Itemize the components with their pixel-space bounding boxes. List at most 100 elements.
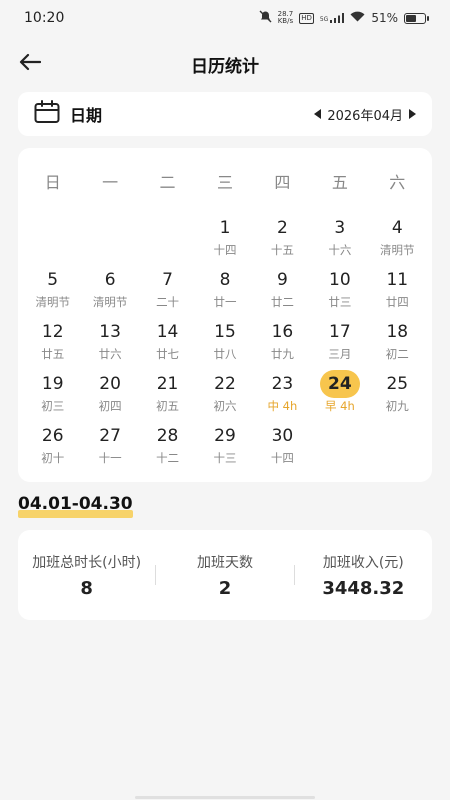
calendar-day[interactable]: 20 初四: [81, 364, 138, 416]
day-number: 16: [271, 322, 294, 342]
day-number: 27: [99, 426, 121, 446]
calendar-day[interactable]: 9 廿二: [254, 260, 311, 312]
day-number: 25: [386, 374, 409, 394]
lunar-label: 廿五: [41, 347, 65, 361]
calendar-day[interactable]: 7 二十: [139, 260, 196, 312]
home-indicator: [135, 796, 315, 799]
weekday-label: 六: [389, 173, 406, 192]
calendar-day[interactable]: 11 廿四: [369, 260, 426, 312]
calendar-day[interactable]: 10 廿三: [311, 260, 368, 312]
day-number: 28: [156, 426, 179, 446]
day-number: 24: [319, 370, 360, 398]
calendar-day[interactable]: 5 清明节: [24, 260, 81, 312]
calendar-day[interactable]: 15 廿八: [196, 312, 253, 364]
lunar-label: 廿四: [385, 295, 409, 309]
calendar-day[interactable]: 23 中 4h: [254, 364, 311, 416]
lunar-label: 初九: [385, 399, 409, 413]
battery-fill: [406, 14, 417, 22]
lunar-label: 十五: [270, 243, 294, 257]
lunar-label: 三月: [328, 347, 352, 361]
status-icons: 28.7 KB/s HD 5G 51%: [259, 10, 429, 26]
lunar-label: 廿一: [213, 295, 237, 309]
calendar-day[interactable]: 3 十六: [311, 208, 368, 260]
signal-label: 5G: [319, 16, 329, 23]
calendar-day[interactable]: 14 廿七: [139, 312, 196, 364]
lunar-label: 清明节: [92, 295, 128, 309]
calendar-day[interactable]: 29 十三: [196, 416, 253, 468]
status-time: 10:20: [24, 10, 65, 26]
lunar-label: 初二: [385, 347, 409, 361]
calendar-day[interactable]: 24 早 4h: [311, 364, 368, 416]
day-number: 19: [41, 374, 64, 394]
next-month-icon[interactable]: [409, 109, 416, 119]
day-number: 18: [386, 322, 409, 342]
signal-icon: 5G: [319, 13, 345, 23]
stats-card: 加班总时长(小时) 8 加班天数 2 加班收入(元) 3448.32: [18, 530, 432, 620]
calendar-day[interactable]: 12 廿五: [24, 312, 81, 364]
net-speed-unit: KB/s: [277, 17, 294, 25]
day-number: 14: [156, 322, 179, 342]
calendar-empty-cell: [139, 208, 196, 260]
lunar-label: 初五: [156, 399, 180, 413]
calendar-day[interactable]: 30 十四: [254, 416, 311, 468]
calendar-grid: 1 十四 2 十五 3 十六 4 清明节 5 清明节 6 清明节 7 二十 8 廿一 9 廿二 10 廿三 11 廿四 12…: [24, 208, 426, 468]
calendar: 日 一 二 三 四 五 六 1 十四 2 十五 3 十六 4 清明节 5 清明节 6 清明节 7 二十 8 廿…: [18, 148, 432, 482]
battery-text: 51%: [371, 11, 398, 25]
month-picker: 2026年04月: [314, 105, 416, 124]
month-label[interactable]: 2026年04月: [327, 105, 403, 124]
lunar-label: 二十: [156, 295, 180, 309]
calendar-day[interactable]: 27 十一: [81, 416, 138, 468]
stat-value: 2: [218, 577, 232, 599]
stat-overtime-income: 加班收入(元) 3448.32: [295, 552, 432, 599]
weekday-label: 三: [216, 173, 233, 192]
calendar-day[interactable]: 8 廿一: [196, 260, 253, 312]
calendar-day[interactable]: 1 十四: [196, 208, 253, 260]
net-speed: 28.7 KB/s: [278, 11, 294, 25]
stat-overtime-hours: 加班总时长(小时) 8: [18, 552, 155, 599]
day-number: 26: [41, 426, 64, 446]
weekday-label: 日: [44, 173, 61, 192]
lunar-label: 十四: [270, 451, 294, 465]
calendar-day[interactable]: 21 初五: [139, 364, 196, 416]
lunar-label: 初十: [41, 451, 65, 465]
calendar-day[interactable]: 26 初十: [24, 416, 81, 468]
day-number: 12: [41, 322, 64, 342]
weekday-label: 四: [274, 173, 291, 192]
stat-label: 加班收入(元): [322, 554, 404, 571]
lunar-label: 初六: [213, 399, 237, 413]
lunar-label: 清明节: [380, 243, 415, 257]
calendar-day[interactable]: 2 十五: [254, 208, 311, 260]
day-number: 1: [219, 218, 231, 238]
calendar-day[interactable]: 16 廿九: [254, 312, 311, 364]
day-number: 3: [334, 218, 346, 238]
day-number: 7: [162, 270, 173, 290]
date-label: 日期: [70, 106, 103, 125]
day-number: 20: [99, 374, 121, 394]
lunar-label: 十四: [213, 243, 237, 257]
calendar-day[interactable]: 22 初六: [196, 364, 253, 416]
stat-value: 8: [80, 577, 93, 599]
lunar-label: 廿三: [328, 295, 352, 309]
prev-month-icon[interactable]: [314, 109, 322, 119]
calendar-day[interactable]: 25 初九: [369, 364, 426, 416]
calendar-day[interactable]: 28 十二: [139, 416, 196, 468]
calendar-day[interactable]: 4 清明节: [369, 208, 426, 260]
day-number: 29: [214, 426, 236, 446]
lunar-label: 廿七: [156, 347, 180, 361]
lunar-label: 初三: [41, 399, 65, 413]
calendar-day[interactable]: 13 廿六: [81, 312, 138, 364]
stat-value: 3448.32: [322, 577, 405, 599]
calendar-day[interactable]: 19 初三: [24, 364, 81, 416]
weekday-label: 一: [102, 173, 119, 192]
day-number: 11: [386, 270, 409, 290]
day-number: 15: [214, 322, 236, 342]
back-button[interactable]: [16, 50, 44, 78]
wifi-icon: [350, 11, 365, 25]
calendar-day[interactable]: 17 三月: [311, 312, 368, 364]
calendar-empty-cell: [81, 208, 138, 260]
overtime-label: 早 4h: [324, 399, 355, 413]
calendar-day[interactable]: 6 清明节: [81, 260, 138, 312]
calendar-day[interactable]: 18 初二: [369, 312, 426, 364]
mute-icon: [259, 10, 272, 26]
day-number: 2: [277, 218, 288, 238]
